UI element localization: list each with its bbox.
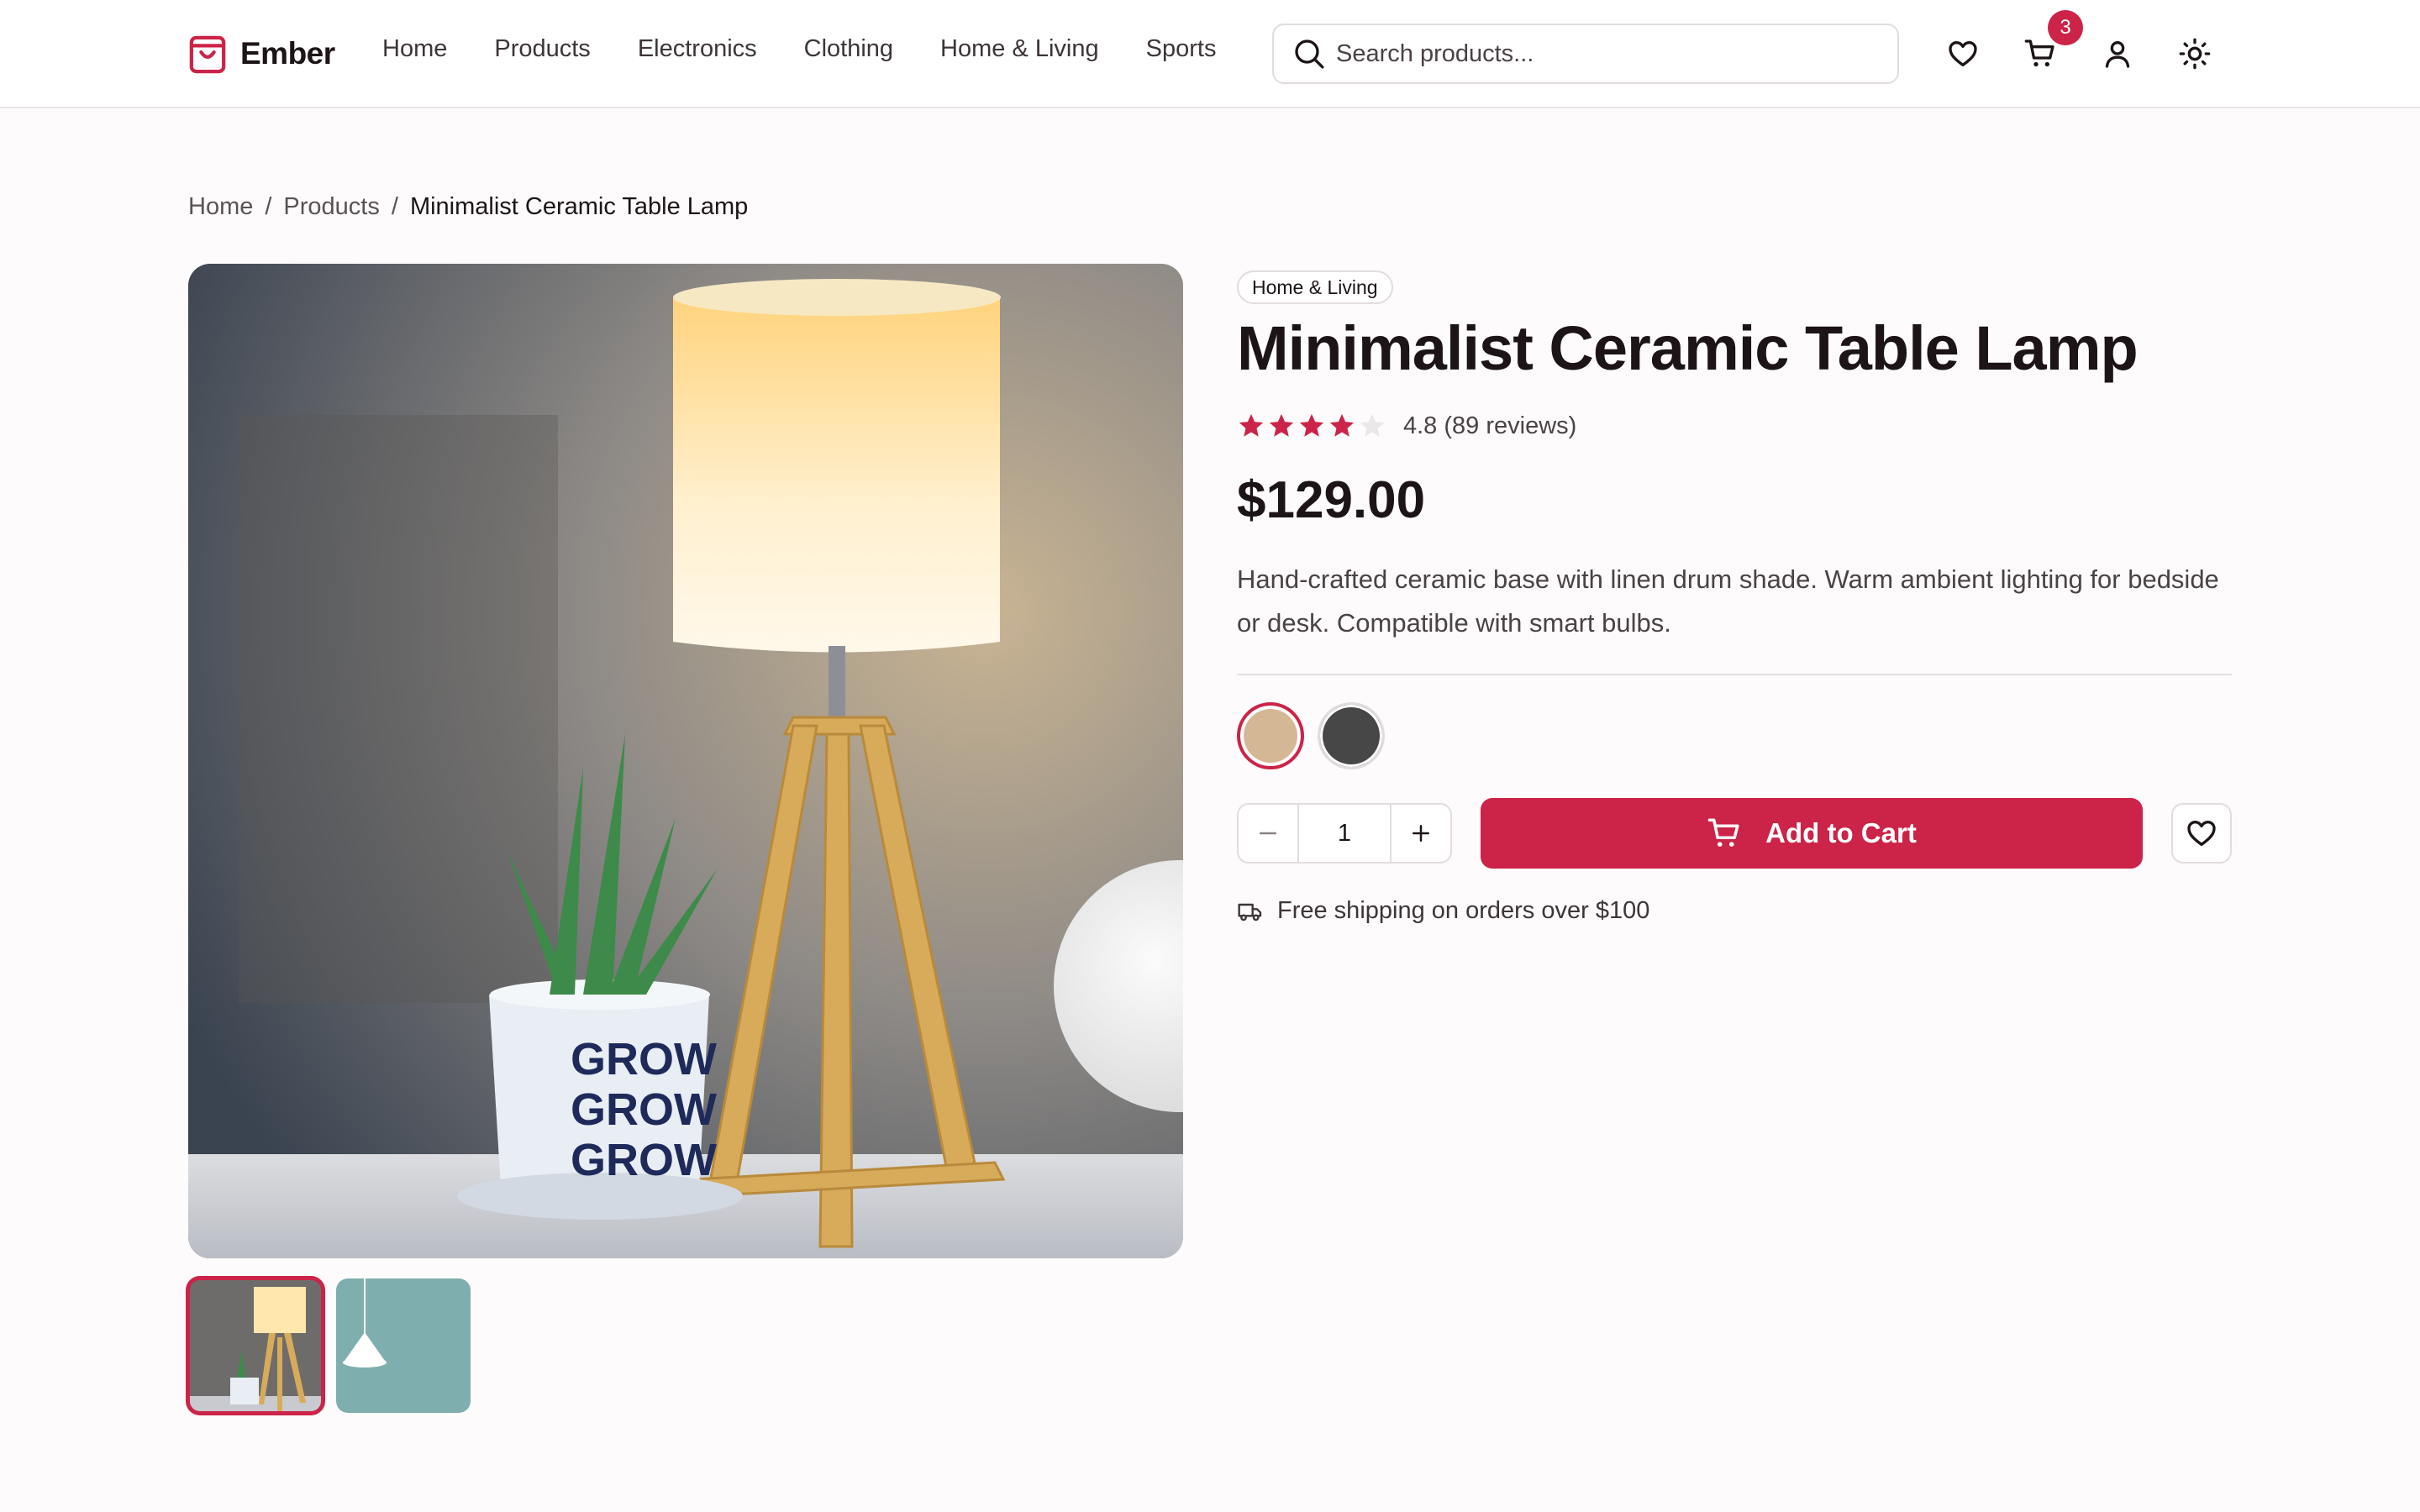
star-filled-icon [1299,413,1324,437]
category-badge[interactable]: Home & Living [1237,270,1393,304]
search-bar [1272,24,1899,84]
main-nav: Home Products Electronics Clothing Home … [382,35,1263,63]
truck-icon [1238,903,1262,921]
product-price: $129.00 [1237,471,1426,529]
search-input[interactable] [1336,39,1874,68]
pendant-lamp-photo [336,1278,471,1413]
star-empty-icon [1360,413,1385,437]
svg-text:GROW: GROW [571,1084,717,1135]
heart-icon[interactable] [1946,37,1980,71]
product-rating: 4.8 (89 reviews) [1237,412,1576,440]
nav-home[interactable]: Home [382,35,447,63]
add-to-cart-button[interactable]: Add to Cart [1481,798,2143,869]
product-title: Minimalist Ceramic Table Lamp [1237,313,2139,383]
thumbnail-1[interactable] [186,1276,325,1415]
breadcrumb-separator: / [391,193,398,220]
cart-icon [1707,818,1739,847]
breadcrumb: Home / Products / Minimalist Ceramic Tab… [188,193,748,221]
ceramic-lamp-photo [188,1278,323,1413]
ceramic-lamp-photo: GROW GROW GROW [188,264,1183,1258]
breadcrumb-home[interactable]: Home [188,193,253,221]
user-icon[interactable] [2101,37,2134,71]
star-filled-icon [1269,413,1294,437]
cart-icon[interactable] [2023,37,2057,71]
thumbnail-2[interactable] [336,1278,471,1413]
add-to-cart-label: Add to Cart [1765,817,1917,848]
shipping-note: Free shipping on orders over $100 [1237,897,1649,925]
product-description: Hand-crafted ceramic base with linen dru… [1237,564,2219,638]
star-filled-icon [1239,413,1264,437]
shopping-bag-icon [189,35,226,74]
add-to-wishlist-button[interactable] [2171,803,2232,864]
breadcrumb-separator: / [265,193,272,220]
quantity-stepper: 1 [1237,803,1452,864]
increase-quantity-button[interactable] [1392,805,1450,862]
product-main-image[interactable]: GROW GROW GROW [188,264,1183,1258]
heart-icon [2187,821,2216,846]
breadcrumb-products[interactable]: Products [283,193,379,221]
quantity-value[interactable]: 1 [1297,805,1392,862]
search-icon [1295,39,1324,69]
nav-electronics[interactable]: Electronics [638,35,757,63]
sun-icon[interactable] [2178,37,2212,71]
decrease-quantity-button[interactable] [1239,805,1297,862]
color-swatch-sand[interactable] [1237,702,1304,769]
rating-text: 4.8 (89 reviews) [1403,412,1577,439]
star-filled-icon [1329,413,1355,437]
breadcrumb-current: Minimalist Ceramic Table Lamp [409,193,749,220]
svg-text:GROW: GROW [571,1034,717,1084]
nav-sports[interactable]: Sports [1146,35,1217,63]
minus-icon [1260,832,1276,835]
plus-icon [1413,825,1429,842]
nav-products[interactable]: Products [494,35,590,63]
svg-text:GROW: GROW [571,1135,717,1185]
site-header: Ember Home Products Electronics Clothing… [0,0,2420,108]
brand-logo[interactable]: Ember [188,30,335,77]
nav-clothing[interactable]: Clothing [804,35,893,63]
divider [1237,674,2232,675]
nav-home-living[interactable]: Home & Living [940,35,1099,63]
color-swatch-charcoal[interactable] [1318,702,1385,769]
brand-name: Ember [240,36,335,71]
shipping-text: Free shipping on orders over $100 [1277,897,1650,924]
cart-count-badge: 3 [2048,10,2083,45]
